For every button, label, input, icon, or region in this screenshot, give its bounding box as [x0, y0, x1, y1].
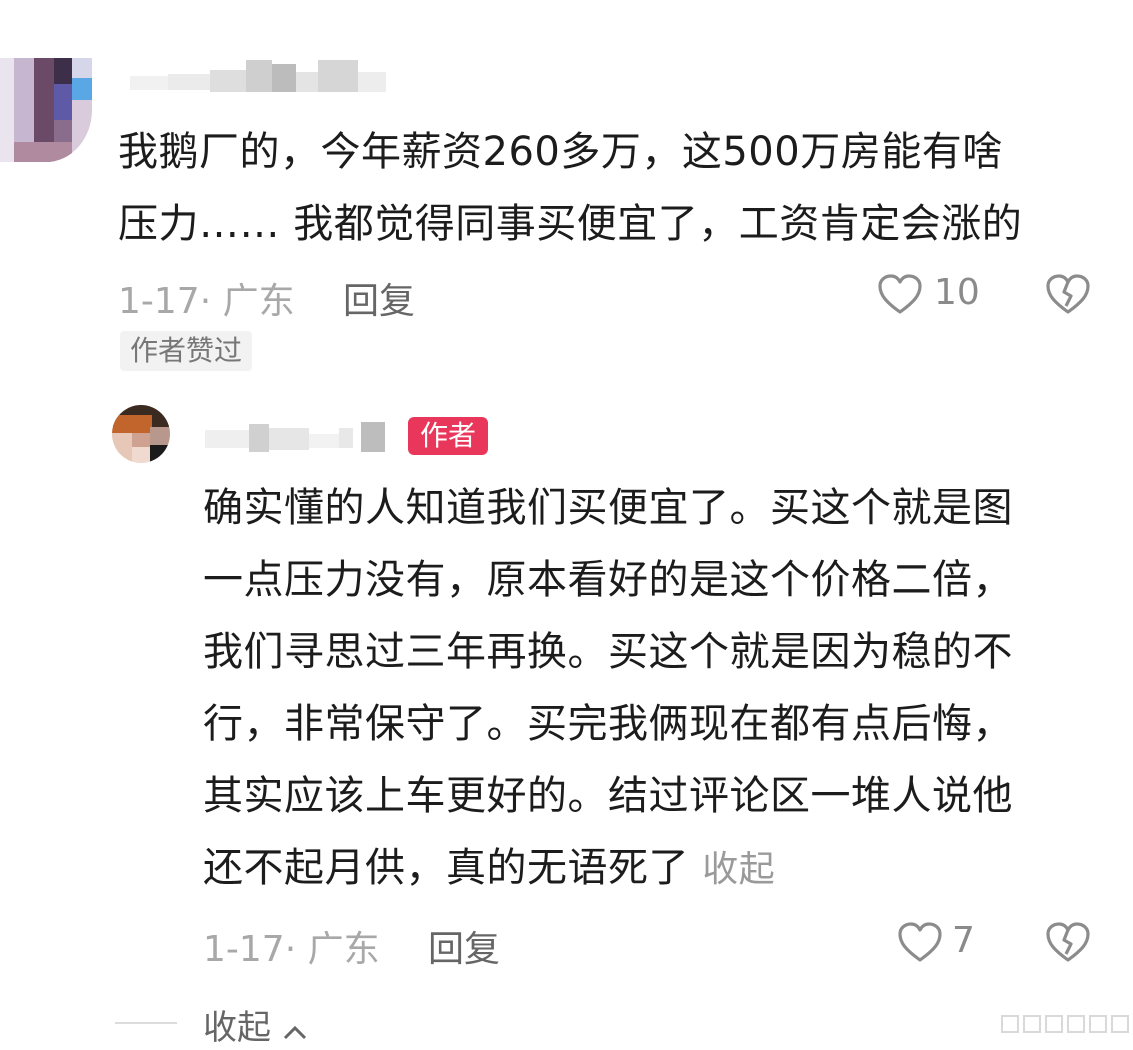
author-badge: 作者 — [408, 417, 489, 455]
collapse-divider — [115, 1022, 177, 1024]
reply-line-last: 还不起月供，真的无语死了 收起 — [203, 832, 1013, 906]
comment-text: 我鹅厂的，今年薪资260多万，这500万房能有啥 压力…… 我都觉得同事买便宜了… — [118, 116, 1022, 260]
reply-line: 一点压力没有，原本看好的是这个价格二倍， — [203, 557, 1013, 603]
author-name-redacted[interactable] — [205, 418, 395, 458]
commenter-avatar[interactable] — [0, 58, 92, 162]
comment-line: 压力…… 我都觉得同事买便宜了，工资肯定会涨的 — [118, 201, 1023, 247]
collapse-label: 收起 — [203, 1008, 271, 1048]
chevron-up-icon — [282, 1010, 308, 1050]
reply-like-count: 7 — [952, 920, 975, 961]
reply-line: 还不起月供，真的无语死了 — [203, 845, 689, 891]
reply-text: 确实懂的人知道我们买便宜了。买这个就是图 一点压力没有，原本看好的是这个价格二倍… — [203, 472, 1013, 906]
heart-icon[interactable] — [896, 920, 944, 964]
heart-icon[interactable] — [876, 272, 924, 316]
reply-line: 其实应该上车更好的。结过评论区一堆人说他 — [203, 773, 1013, 819]
collapse-replies-button[interactable]: 收起 — [203, 1000, 308, 1050]
comment-reply-button[interactable]: 回复 — [343, 272, 415, 324]
comment-line: 我鹅厂的，今年薪资260多万，这500万房能有啥 — [118, 129, 1003, 175]
broken-heart-icon[interactable] — [1044, 920, 1092, 964]
reply-meta: 1-17· 广东 — [203, 929, 380, 970]
reply-line: 我们寻思过三年再换。买这个就是因为稳的不 — [203, 629, 1013, 675]
author-liked-badge: 作者赞过 — [120, 331, 253, 371]
comment-like-count: 10 — [934, 272, 980, 313]
commenter-name-redacted[interactable] — [130, 58, 390, 98]
author-avatar[interactable] — [112, 405, 170, 463]
reply-line: 确实懂的人知道我们买便宜了。买这个就是图 — [203, 485, 1013, 531]
reply-line: 行，非常保守了。买完我俩现在都有点后悔， — [203, 701, 1013, 747]
comment-meta: 1-17· 广东 — [118, 281, 295, 322]
broken-heart-icon[interactable] — [1044, 272, 1092, 316]
collapse-text-link[interactable]: 收起 — [702, 849, 775, 890]
reply-reply-button[interactable]: 回复 — [428, 920, 500, 972]
watermark-logo — [1000, 1012, 1133, 1036]
